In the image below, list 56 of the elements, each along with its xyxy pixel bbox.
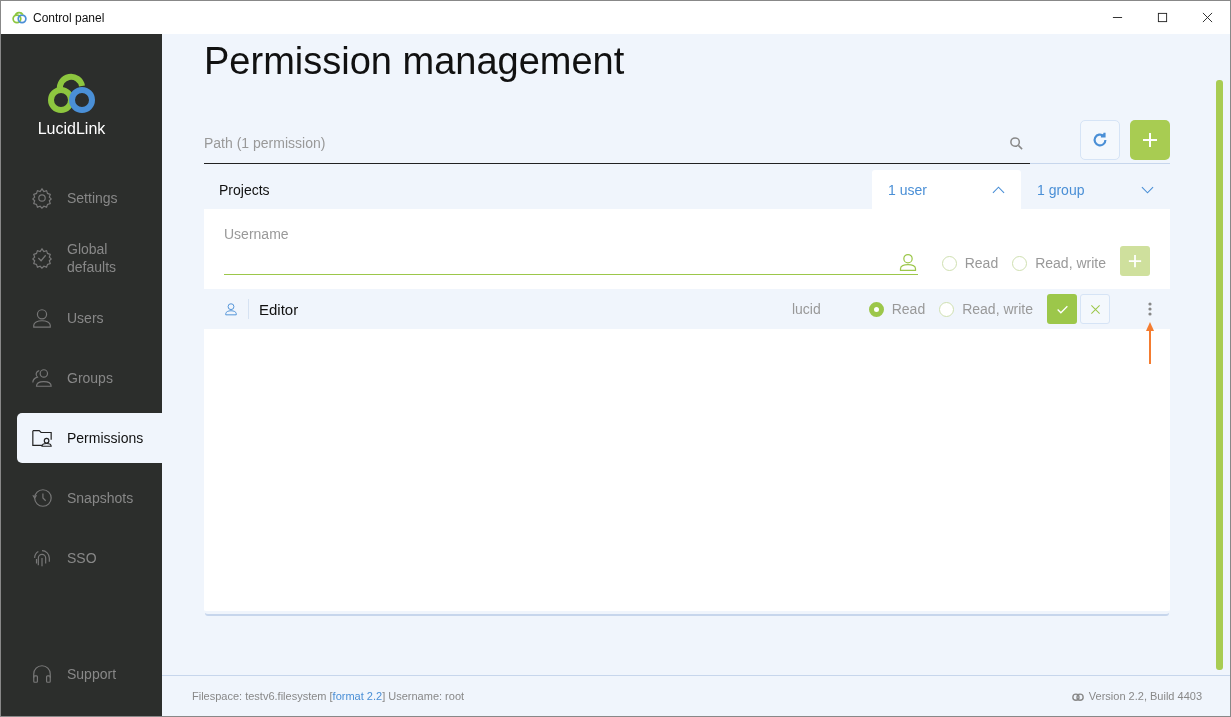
tab[interactable]: 1 user xyxy=(872,170,1021,209)
radio-button[interactable] xyxy=(868,301,884,317)
cancel-button[interactable] xyxy=(1080,294,1110,324)
user-icon xyxy=(224,302,238,316)
scrollbar[interactable] xyxy=(1216,80,1223,670)
history-icon xyxy=(31,487,53,509)
plus-icon xyxy=(1142,132,1158,148)
path-search-field[interactable]: Path (1 permission) xyxy=(204,122,1030,164)
gear-check-icon xyxy=(31,247,53,269)
app-logo-icon xyxy=(1070,690,1085,702)
plus-icon xyxy=(1128,254,1142,268)
brand-name: LucidLink xyxy=(37,120,106,138)
confirm-button[interactable] xyxy=(1047,294,1077,324)
username-field[interactable]: Username xyxy=(224,226,918,275)
radio-option[interactable]: Read xyxy=(868,297,926,321)
field-label: Username xyxy=(224,226,290,242)
user-icon xyxy=(31,307,53,329)
tab[interactable]: 1 group xyxy=(1021,170,1170,209)
sidebar-item[interactable]: Permissions xyxy=(17,413,162,463)
more-vertical-icon[interactable] xyxy=(1148,302,1152,316)
sidebar-item[interactable]: Groups xyxy=(17,353,162,403)
sidebar-item[interactable]: SSO xyxy=(17,533,162,583)
refresh-icon xyxy=(1091,131,1109,149)
window-title: Control panel xyxy=(33,10,105,25)
sidebar-item[interactable]: Global defaults xyxy=(17,233,162,283)
folder-user-icon xyxy=(31,427,53,449)
gear-icon xyxy=(31,187,53,209)
headset-icon xyxy=(31,663,53,685)
page-title: Permission management xyxy=(204,40,626,84)
users-icon xyxy=(31,367,53,389)
add-button[interactable] xyxy=(1130,120,1170,160)
radio-option[interactable]: Read, write xyxy=(1012,251,1106,275)
close-icon xyxy=(1089,303,1101,315)
fingerprint-icon xyxy=(31,547,53,569)
radio-option[interactable]: Read xyxy=(941,251,999,275)
chevron-icon xyxy=(992,185,1005,194)
radio-button[interactable] xyxy=(939,301,955,317)
chevron-icon xyxy=(1141,185,1154,194)
support-item[interactable]: Support xyxy=(17,649,162,699)
arrow-drawing xyxy=(1146,322,1154,364)
app-logo-icon xyxy=(11,10,28,25)
folder-name: Projects xyxy=(219,181,271,198)
entry-name: Editor xyxy=(259,300,300,318)
version-text: Version 2.2, Build 4403 xyxy=(1088,690,1202,702)
filespace-info: Filespace: testv6.filesystem [format 2.2] Username: root xyxy=(192,690,466,702)
sidebar-item[interactable]: Snapshots xyxy=(17,473,162,523)
sidebar-item[interactable]: Settings xyxy=(17,173,162,223)
radio-button[interactable] xyxy=(1012,255,1028,271)
search-icon xyxy=(1009,136,1024,151)
sidebar-item[interactable]: Users xyxy=(17,293,162,343)
radio-option[interactable]: Read, write xyxy=(939,297,1033,321)
refresh-button[interactable] xyxy=(1080,120,1120,160)
entry-owner: lucid xyxy=(791,301,821,317)
user-icon xyxy=(897,252,918,272)
cloud-logo-icon xyxy=(45,72,98,116)
radio-button[interactable] xyxy=(941,255,957,271)
